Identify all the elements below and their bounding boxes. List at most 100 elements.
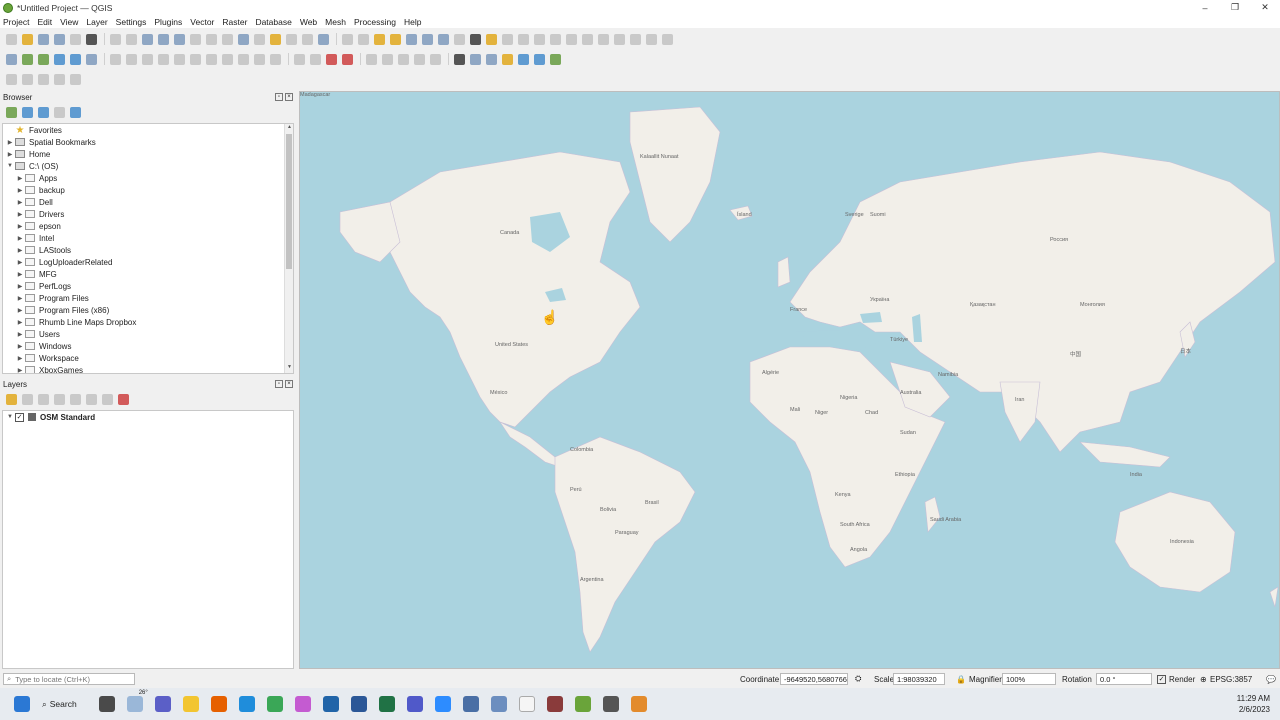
firefox-icon[interactable] [210, 696, 227, 712]
scale-select[interactable]: 1:98039320 [893, 673, 945, 685]
browser-item[interactable]: ▶ Apps [3, 172, 293, 184]
new-project-icon[interactable] [6, 33, 17, 45]
zoom-last-icon[interactable] [238, 33, 249, 45]
maximize-button[interactable]: ❐ [1220, 0, 1250, 15]
teams-icon[interactable] [406, 696, 423, 712]
expand-arrow-icon[interactable]: ▼ [5, 163, 15, 169]
menu-web[interactable]: Web [300, 17, 317, 27]
browser-tree[interactable]: ★ Favorites ▶ Spatial Bookmarks ▶ Home ▼ C:\ (O… [2, 123, 294, 374]
new-shapefile-icon[interactable] [54, 53, 65, 65]
zoom-next-icon[interactable] [254, 33, 265, 45]
taskbar-search[interactable]: ⌕ Search [42, 699, 77, 710]
browser-item[interactable]: ▶ MFG [3, 268, 293, 280]
style-manager-icon[interactable] [86, 33, 97, 45]
toggle-edit-icon[interactable] [110, 53, 121, 65]
scroll-thumb[interactable] [286, 134, 292, 269]
zoom-selection-icon[interactable] [190, 33, 201, 45]
scroll-up-icon[interactable]: ▲ [285, 124, 293, 133]
expand-arrow-icon[interactable]: ▶ [15, 331, 25, 338]
minimize-button[interactable]: – [1190, 0, 1220, 15]
layer-styling-icon[interactable] [6, 393, 17, 405]
show-bookmarks-icon[interactable] [286, 33, 297, 45]
python-console-icon[interactable] [502, 53, 513, 65]
chrome-icon[interactable] [266, 696, 283, 712]
add-raster-layer-icon[interactable] [38, 53, 49, 65]
menu-project[interactable]: Project [3, 17, 29, 27]
zoom-in-icon[interactable] [142, 33, 153, 45]
lock-icon[interactable]: 🔒 [956, 675, 966, 684]
annotation-icon[interactable] [502, 33, 513, 45]
deselect-icon[interactable] [390, 33, 401, 45]
browser-item[interactable]: ▶ PerfLogs [3, 280, 293, 292]
measure-line-icon[interactable] [470, 33, 481, 45]
expand-arrow-icon[interactable]: ▶ [15, 295, 25, 302]
browser-item[interactable]: ▶ backup [3, 184, 293, 196]
crs-button[interactable]: EPSG:3857 [1210, 675, 1252, 684]
snipping-tool-icon[interactable] [546, 696, 563, 712]
qgis-taskbar-icon[interactable] [574, 696, 591, 712]
text-annotation-icon[interactable] [518, 33, 529, 45]
mesh-tool-icon[interactable] [6, 73, 17, 85]
pan-icon[interactable] [110, 33, 121, 45]
browser-item[interactable]: ▶ Spatial Bookmarks [3, 136, 293, 148]
snapping-icon[interactable] [310, 53, 321, 65]
browser-item[interactable]: ▶ Program Files [3, 292, 293, 304]
browser-item[interactable]: ▶ Drivers [3, 208, 293, 220]
settings-gear-icon[interactable] [422, 33, 433, 45]
select-features-icon[interactable] [358, 33, 369, 45]
blender-icon[interactable] [630, 696, 647, 712]
add-group-icon[interactable] [22, 393, 33, 405]
expand-arrow-icon[interactable]: ▶ [15, 343, 25, 350]
label-rotate-icon[interactable] [582, 33, 593, 45]
undo-icon[interactable] [254, 53, 265, 65]
browser-item[interactable]: ▶ LogUploaderRelated [3, 256, 293, 268]
split-icon[interactable] [398, 53, 409, 65]
browser-item[interactable]: ★ Favorites [3, 124, 293, 136]
web-map-icon[interactable] [470, 53, 481, 65]
task-view-icon[interactable] [98, 696, 115, 712]
pan-to-selection-icon[interactable] [126, 33, 137, 45]
scroll-down-icon[interactable]: ▼ [285, 364, 293, 373]
data-source-manager-icon[interactable] [6, 53, 17, 65]
label-toolbar-icon[interactable] [534, 33, 545, 45]
render-checkbox[interactable]: ✓ [1157, 674, 1166, 684]
shape-tool-icon[interactable] [366, 53, 377, 65]
open-project-icon[interactable] [22, 33, 33, 45]
zoom-out-icon[interactable] [158, 33, 169, 45]
edge-icon[interactable] [238, 696, 255, 712]
open-attribute-table-icon[interactable] [406, 33, 417, 45]
filter-icon[interactable] [38, 106, 49, 118]
file-explorer-icon[interactable] [182, 696, 199, 712]
collapse-all-icon[interactable] [102, 393, 113, 405]
add-feature-icon[interactable] [158, 53, 169, 65]
expand-arrow-icon[interactable]: ▶ [15, 175, 25, 182]
zoom-native-icon[interactable] [222, 33, 233, 45]
messages-icon[interactable]: 💬 [1266, 675, 1276, 684]
save-edits-icon[interactable] [142, 53, 153, 65]
browser-item[interactable]: ▶ Windows [3, 340, 293, 352]
expand-all-icon[interactable] [86, 393, 97, 405]
digitize-icon[interactable] [126, 53, 137, 65]
scp-icon[interactable] [518, 53, 529, 65]
label-show-icon[interactable] [630, 33, 641, 45]
info-icon[interactable] [70, 106, 81, 118]
new-bookmark-icon[interactable] [270, 33, 281, 45]
zoom-full-icon[interactable] [174, 33, 185, 45]
float-panel-icon[interactable]: ▫ [275, 93, 283, 101]
diagram-move-icon[interactable] [646, 33, 657, 45]
menu-view[interactable]: View [60, 17, 78, 27]
expand-arrow-icon[interactable]: ▶ [15, 283, 25, 290]
zoom-layer-icon[interactable] [206, 33, 217, 45]
label-highlight-icon[interactable] [614, 33, 625, 45]
map-tips-icon[interactable] [486, 33, 497, 45]
refresh-icon[interactable] [22, 106, 33, 118]
statistics-sum-icon[interactable] [438, 33, 449, 45]
save-project-icon[interactable] [38, 33, 49, 45]
refresh-icon[interactable] [318, 33, 329, 45]
toggle-extents-icon[interactable]: ⛭ [855, 674, 861, 684]
browser-item[interactable]: ▶ Intel [3, 232, 293, 244]
lightning-icon[interactable] [550, 53, 561, 65]
expand-arrow-icon[interactable]: ▶ [15, 319, 25, 326]
layer-row[interactable]: ▼ ✓ OSM Standard [3, 411, 293, 423]
browser-item[interactable]: ▶ epson [3, 220, 293, 232]
